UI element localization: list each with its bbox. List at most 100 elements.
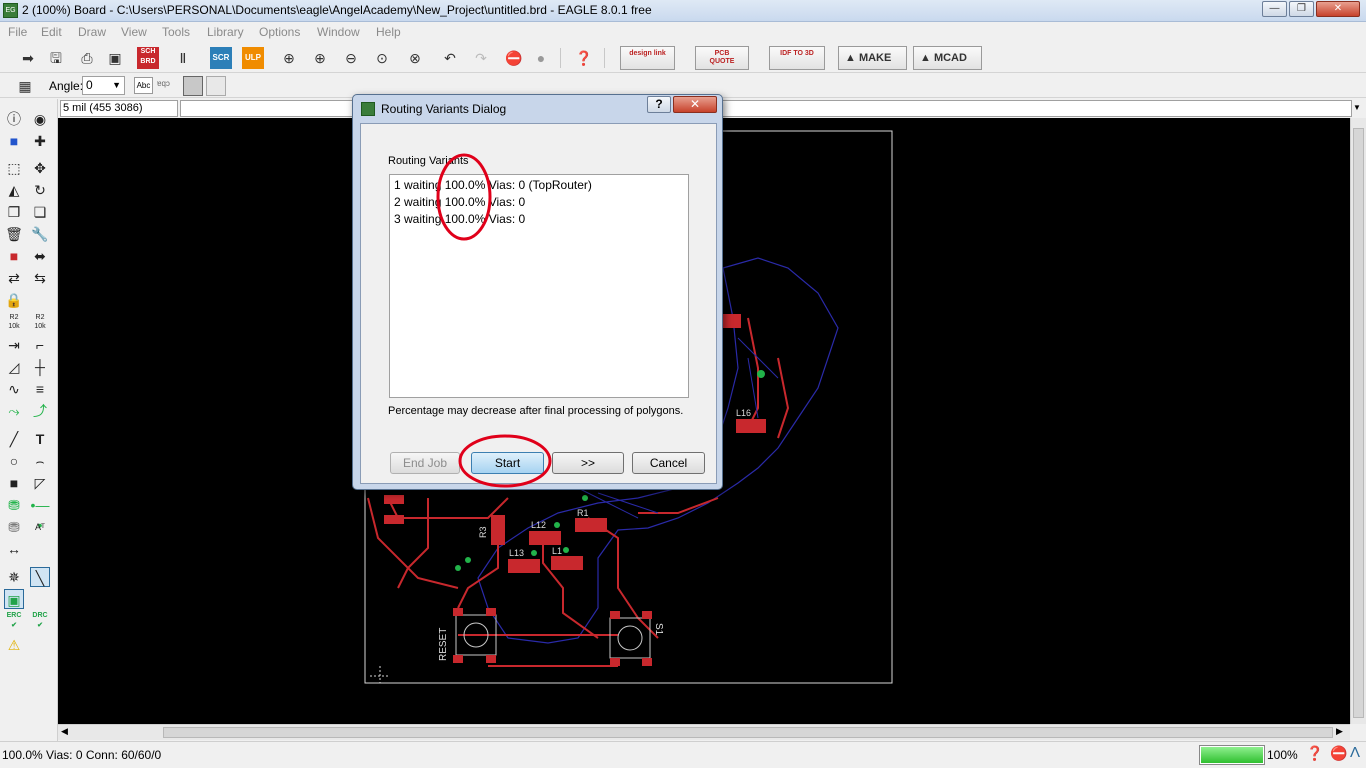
- redo-icon[interactable]: ↷: [470, 47, 492, 69]
- hole-icon[interactable]: ⛃: [4, 517, 24, 537]
- cam-icon[interactable]: ▣: [104, 47, 126, 69]
- make-button[interactable]: ▲ MAKE: [838, 46, 907, 70]
- dialog-help-button[interactable]: ?: [647, 96, 671, 113]
- menu-help[interactable]: Help: [376, 25, 401, 39]
- variant-row[interactable]: 3 waiting 100.0% Vias: 0: [394, 212, 525, 226]
- copy-icon[interactable]: ❐: [4, 202, 24, 222]
- variant-row[interactable]: 1 waiting 100.0% Vias: 0 (TopRouter): [394, 178, 592, 192]
- lock-icon[interactable]: 🔒: [4, 290, 24, 310]
- arc-icon[interactable]: ⌢: [30, 451, 50, 471]
- text-mirror-button[interactable]: ɐqɔ: [157, 79, 170, 88]
- maximize-button[interactable]: ❐: [1289, 1, 1314, 17]
- polygon-icon[interactable]: ◸: [30, 473, 50, 493]
- rotate-icon[interactable]: ↻: [30, 180, 50, 200]
- zoom-out-icon[interactable]: ⊖: [340, 47, 362, 69]
- angle-select[interactable]: 0 ▼: [82, 76, 125, 95]
- optimize-icon[interactable]: ┼: [30, 357, 50, 377]
- design-link-button[interactable]: design link: [620, 46, 675, 70]
- menu-window[interactable]: Window: [317, 25, 360, 39]
- replace-icon[interactable]: ⬌: [30, 246, 50, 266]
- print-icon[interactable]: ⎙: [76, 47, 98, 69]
- variants-list[interactable]: 1 waiting 100.0% Vias: 0 (TopRouter) 2 w…: [389, 174, 689, 398]
- zoom-in-icon[interactable]: ⊕: [309, 47, 331, 69]
- layer-view-icon[interactable]: ▣: [4, 589, 24, 609]
- gate-swap-icon[interactable]: ⇆: [30, 268, 50, 288]
- swap-icon[interactable]: ⇄: [4, 268, 24, 288]
- scroll-right-icon[interactable]: ▶: [1336, 726, 1343, 737]
- ratsnest-icon[interactable]: ✵: [4, 567, 24, 587]
- grid-icon[interactable]: ▦: [14, 75, 36, 97]
- close-button[interactable]: ✕: [1316, 1, 1360, 17]
- dialog-close-button[interactable]: ✕: [673, 96, 717, 113]
- autorouter-icon[interactable]: ╲: [30, 567, 50, 587]
- save-icon[interactable]: 🖫: [45, 47, 67, 69]
- value-icon[interactable]: R2 10k: [30, 313, 50, 333]
- chevron-down-icon[interactable]: ▼: [1353, 103, 1361, 112]
- dimension-icon[interactable]: ↔: [4, 539, 24, 559]
- split-icon[interactable]: ◿: [4, 357, 24, 377]
- menu-draw[interactable]: Draw: [78, 25, 106, 39]
- menu-view[interactable]: View: [121, 25, 147, 39]
- open-icon[interactable]: ➡: [17, 47, 39, 69]
- signal-icon[interactable]: •—•: [30, 495, 50, 533]
- layout-mode-2-icon[interactable]: [206, 76, 226, 96]
- ripup-icon[interactable]: ⤴: [30, 401, 50, 421]
- scroll-left-icon[interactable]: ◀: [61, 726, 68, 737]
- minimize-button[interactable]: —: [1262, 1, 1287, 17]
- text-icon[interactable]: T: [30, 429, 50, 449]
- horizontal-scroll-thumb[interactable]: [163, 727, 1333, 738]
- next-button[interactable]: >>: [552, 452, 624, 474]
- cancel-button[interactable]: Cancel: [632, 452, 705, 474]
- zoom-select-icon[interactable]: ⊗: [404, 47, 426, 69]
- help-icon[interactable]: ❓: [573, 47, 595, 69]
- vertical-scrollbar[interactable]: [1350, 118, 1366, 724]
- mirror-icon[interactable]: ◭: [4, 180, 24, 200]
- sch-brd-icon[interactable]: SCH BRD: [137, 47, 159, 69]
- wire-icon[interactable]: ╱: [4, 429, 24, 449]
- menu-options[interactable]: Options: [259, 25, 300, 39]
- idf-to-3d-button[interactable]: IDF TO 3D: [769, 46, 825, 70]
- info-icon[interactable]: ⓘ: [4, 109, 24, 129]
- display-layers-icon[interactable]: ■: [4, 131, 24, 151]
- route-diff-pair-icon[interactable]: ≡: [30, 379, 50, 399]
- help-icon[interactable]: ❓: [1306, 745, 1323, 762]
- select-group-icon[interactable]: ⬚: [4, 158, 24, 178]
- via-icon[interactable]: ⛃: [4, 495, 24, 515]
- mark-icon[interactable]: ✚: [30, 131, 50, 151]
- menu-edit[interactable]: Edit: [41, 25, 62, 39]
- circle-icon[interactable]: ○: [4, 451, 24, 471]
- variant-row[interactable]: 2 waiting 100.0% Vias: 0: [394, 195, 525, 209]
- wrench-icon[interactable]: 🔧: [30, 224, 50, 244]
- menu-file[interactable]: File: [8, 25, 27, 39]
- library-icon[interactable]: Ⅱ: [172, 47, 194, 69]
- ulp-icon[interactable]: ULP: [242, 47, 264, 69]
- start-button[interactable]: Start: [471, 452, 544, 474]
- add-icon[interactable]: ■: [4, 246, 24, 266]
- zoom-fit-icon[interactable]: ⊕: [278, 47, 300, 69]
- menu-library[interactable]: Library: [207, 25, 244, 39]
- drc-icon[interactable]: DRC ✔: [30, 611, 50, 631]
- rect-icon[interactable]: ■: [4, 473, 24, 493]
- pcb-quote-button[interactable]: PCB QUOTE: [695, 46, 749, 70]
- menu-tools[interactable]: Tools: [162, 25, 190, 39]
- end-job-button[interactable]: End Job: [390, 452, 460, 474]
- move-icon[interactable]: ✥: [30, 158, 50, 178]
- horizontal-scrollbar[interactable]: ◀ ▶: [58, 724, 1350, 740]
- delete-icon[interactable]: 🗑: [4, 224, 24, 244]
- paste-icon[interactable]: ❏: [30, 202, 50, 222]
- warning-icon[interactable]: ⚠: [4, 635, 24, 655]
- miter-icon[interactable]: ⌐: [30, 335, 50, 355]
- stop-icon[interactable]: ⛔: [503, 47, 525, 69]
- mcad-button[interactable]: ▲ MCAD: [913, 46, 982, 70]
- scr-icon[interactable]: SCR: [210, 47, 232, 69]
- smash-icon[interactable]: ⇥: [4, 335, 24, 355]
- route-icon[interactable]: ⤳: [4, 401, 24, 421]
- stop-icon[interactable]: ⛔: [1330, 745, 1347, 762]
- go-icon[interactable]: ●: [530, 47, 552, 69]
- layout-mode-1-icon[interactable]: [183, 76, 203, 96]
- vertical-scroll-thumb[interactable]: [1353, 128, 1364, 718]
- zoom-redraw-icon[interactable]: ⊙: [371, 47, 393, 69]
- erc-icon[interactable]: ERC ✔: [4, 611, 24, 631]
- text-normal-button[interactable]: Abc: [134, 77, 153, 94]
- show-icon[interactable]: ◉: [30, 109, 50, 129]
